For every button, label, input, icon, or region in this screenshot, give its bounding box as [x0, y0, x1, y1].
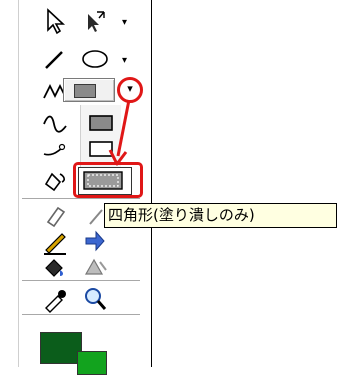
pointer-arrow-icon[interactable]	[40, 6, 70, 36]
ink-bottle-icon[interactable]	[80, 252, 110, 282]
magnifier-icon[interactable]	[80, 284, 110, 314]
ellipse-dropdown-caret[interactable]: ▾	[122, 56, 127, 66]
line-tool-icon[interactable]	[40, 44, 70, 74]
fill-only-highlight	[73, 162, 143, 198]
toolbox-left-border	[18, 0, 19, 367]
chevron-down-icon: ▾	[127, 82, 133, 95]
tooltip: 四角形(塗り潰しのみ)	[104, 203, 337, 228]
annotation-arrow-icon	[108, 99, 131, 166]
fill-bucket-icon[interactable]	[40, 252, 70, 282]
eyedropper-icon[interactable]	[40, 284, 70, 314]
subselect-dropdown-caret[interactable]: ▾	[122, 18, 127, 28]
toolbox-right-border	[151, 0, 152, 367]
pen-tool-icon[interactable]	[40, 134, 70, 164]
rectangle-preview-swatch	[74, 84, 96, 98]
color-well[interactable]	[40, 324, 107, 375]
background-color-swatch[interactable]	[77, 351, 107, 375]
subselect-icon[interactable]	[82, 6, 112, 36]
ellipse-tool-icon[interactable]	[80, 44, 110, 74]
paint-bucket-shape-icon[interactable]	[40, 164, 70, 194]
toolbox-separator	[22, 314, 140, 318]
foreground-color-swatch[interactable]	[40, 332, 82, 364]
